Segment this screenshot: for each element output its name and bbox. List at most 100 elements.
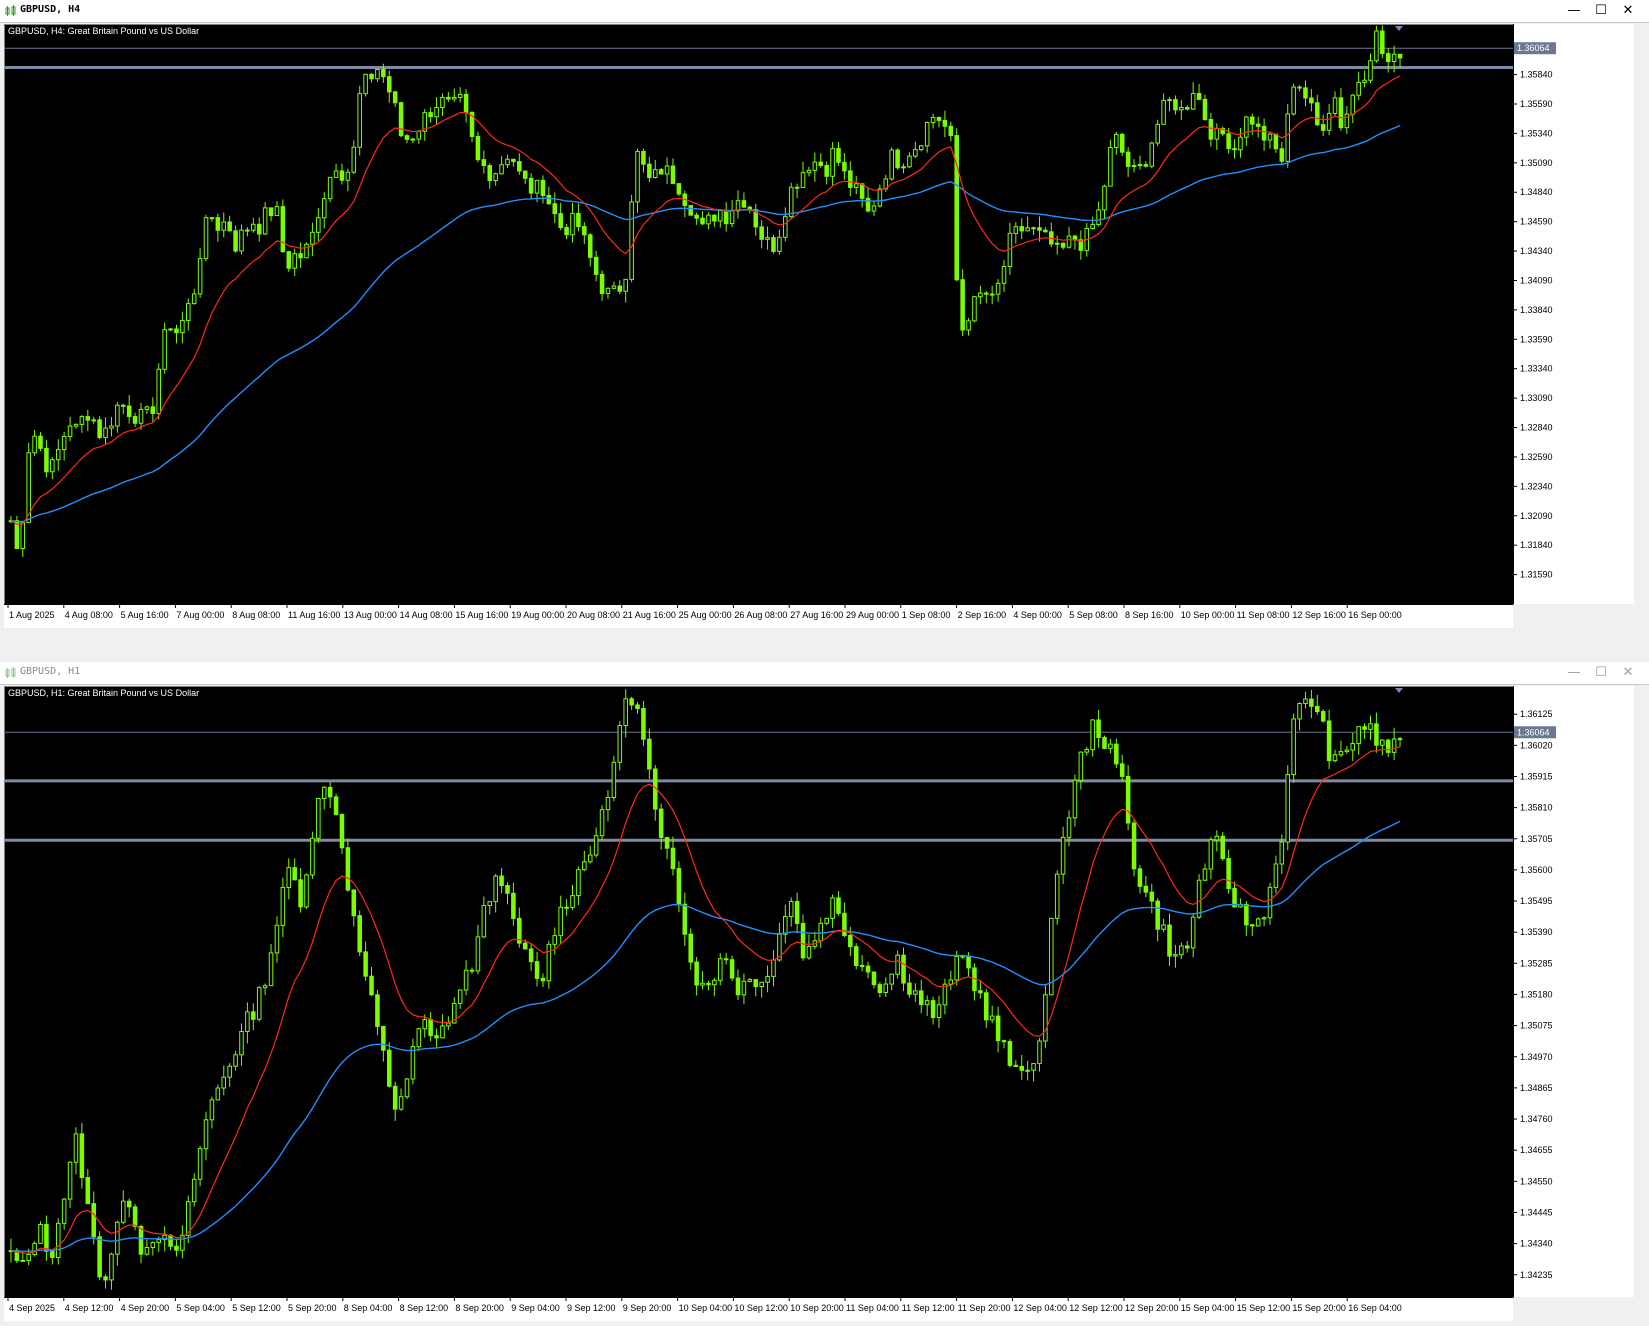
candle-body-bull	[1255, 918, 1261, 927]
candle-body-bull	[61, 1198, 67, 1224]
candle-body-bear	[658, 808, 664, 838]
candle-body-bear	[487, 165, 493, 181]
candle-body-bull	[481, 905, 487, 938]
candle-body-bear	[647, 163, 652, 178]
candle-body-bear	[446, 96, 451, 100]
y-tick-label: 1.31590	[1520, 570, 1553, 580]
x-tick-label: 12 Sep 16:00	[1292, 610, 1346, 620]
candle-body-bull	[593, 835, 599, 856]
candle-body-bull	[363, 73, 368, 95]
candle-body-bear	[706, 982, 711, 986]
x-tick-label: 15 Sep 20:00	[1292, 1303, 1346, 1313]
x-tick-label: 8 Sep 20:00	[455, 1303, 504, 1313]
candle-body-bear	[930, 1000, 936, 1018]
candle	[97, 416, 102, 440]
x-tick-label: 10 Sep 20:00	[790, 1303, 844, 1313]
candle-body-bull	[1356, 726, 1361, 745]
candle-body-bull	[20, 521, 26, 549]
candle-body-bull	[913, 149, 918, 157]
candle-body-bull	[1380, 739, 1385, 746]
candle	[475, 131, 481, 163]
candle-body-bear	[593, 256, 599, 275]
maximize-button[interactable]: ☐	[1590, 2, 1612, 20]
candle-body-bull	[1190, 916, 1196, 949]
chart-window-h1[interactable]: GBPUSD, H1 — ☐ ✕ GBPUSD, H1: Great Brita…	[0, 662, 1649, 1323]
candle-body-bear	[1184, 945, 1190, 949]
x-tick-label: 5 Aug 16:00	[121, 610, 169, 620]
candle-body-bull	[1303, 698, 1308, 705]
candle-body-bull	[463, 969, 469, 991]
candle-body-bear	[428, 112, 433, 118]
candle-body-bear	[1143, 885, 1149, 893]
candle-body-bull	[109, 1253, 114, 1281]
candle-body-bull	[1362, 79, 1367, 83]
candle-body-bull	[1261, 917, 1267, 920]
candle-body-bear	[97, 1236, 102, 1278]
candle-body-bear	[540, 977, 546, 982]
candle-body-bear	[824, 164, 829, 177]
candle	[363, 73, 368, 97]
candle-body-bear	[1019, 226, 1025, 232]
candle-body-bull	[398, 1096, 404, 1110]
y-tick-label: 1.35590	[1520, 99, 1553, 109]
minimize-button[interactable]: —	[1563, 664, 1585, 682]
price-chart-h4[interactable]: GBPUSD, H4: Great Britain Pound vs US Do…	[4, 24, 1645, 628]
candle-body-bull	[203, 1119, 209, 1150]
candle-body-bear	[363, 951, 368, 977]
candle-body-bull	[871, 205, 877, 212]
minimize-button[interactable]: —	[1563, 2, 1585, 20]
close-button[interactable]: ✕	[1617, 664, 1639, 682]
candle	[304, 873, 309, 909]
candle-body-bull	[718, 958, 723, 981]
candle-body-bear	[1031, 227, 1036, 230]
y-tick-label: 1.33590	[1520, 334, 1553, 344]
chart-area[interactable]: GBPUSD, H1: Great Britain Pound vs US Do…	[4, 686, 1645, 1326]
candle-body-bull	[1356, 81, 1361, 96]
window-titlebar[interactable]: GBPUSD, H4 — ☐ ✕	[0, 0, 1649, 23]
window-titlebar[interactable]: GBPUSD, H1 — ☐ ✕	[0, 662, 1649, 685]
candle-body-bear	[895, 149, 900, 169]
candle-body-bear	[44, 447, 49, 473]
candle-body-bear	[517, 161, 522, 172]
candle-body-bear	[1019, 1066, 1025, 1071]
candle-body-bull	[978, 292, 983, 298]
candle-body-bear	[848, 170, 853, 188]
candle-body-bull	[1025, 227, 1030, 232]
price-chart-h1[interactable]: GBPUSD, H1: Great Britain Pound vs US Do…	[4, 686, 1645, 1321]
candle-body-bull	[251, 223, 256, 231]
candle-body-bear	[1131, 822, 1137, 870]
candle-body-bear	[1385, 739, 1391, 753]
candle-body-bear	[641, 708, 646, 740]
candle-body-bear	[398, 102, 404, 137]
chart-area[interactable]: GBPUSD, H4: Great Britain Pound vs US Do…	[4, 24, 1645, 633]
window-title: GBPUSD, H4	[20, 4, 81, 15]
candle-body-bull	[664, 165, 670, 175]
x-tick-label: 10 Sep 12:00	[734, 1303, 788, 1313]
candle-body-bear	[505, 885, 510, 894]
close-button[interactable]: ✕	[1617, 2, 1639, 20]
candle-body-bear	[1013, 1064, 1019, 1068]
y-tick-label: 1.35600	[1520, 865, 1553, 875]
candle-body-bull	[1072, 779, 1078, 819]
candle	[1149, 141, 1155, 169]
candle-body-bull	[268, 952, 274, 987]
candle-body-bull	[493, 173, 498, 181]
maximize-button[interactable]: ☐	[1590, 664, 1612, 682]
candle-body-bull	[747, 979, 753, 982]
candle-body-bear	[694, 961, 699, 986]
x-tick-label: 11 Aug 16:00	[288, 610, 340, 620]
candle-body-bear	[676, 183, 682, 195]
candle	[688, 205, 693, 216]
candle-body-bull	[1161, 924, 1166, 930]
candle-body-bear	[174, 328, 179, 334]
candle	[304, 242, 309, 259]
candle-body-bear	[818, 161, 824, 166]
candle-body-bear	[552, 203, 558, 215]
chart-window-h4[interactable]: GBPUSD, H4 — ☐ ✕ GBPUSD, H4: Great Brita…	[0, 0, 1649, 629]
candle-body-bull	[144, 406, 150, 410]
candle-body-bull	[599, 809, 605, 837]
candle-body-bull	[936, 1004, 942, 1018]
y-tick-label: 1.34090	[1520, 275, 1553, 285]
candle-body-bear	[1060, 242, 1066, 248]
candle-body-bear	[534, 961, 540, 979]
